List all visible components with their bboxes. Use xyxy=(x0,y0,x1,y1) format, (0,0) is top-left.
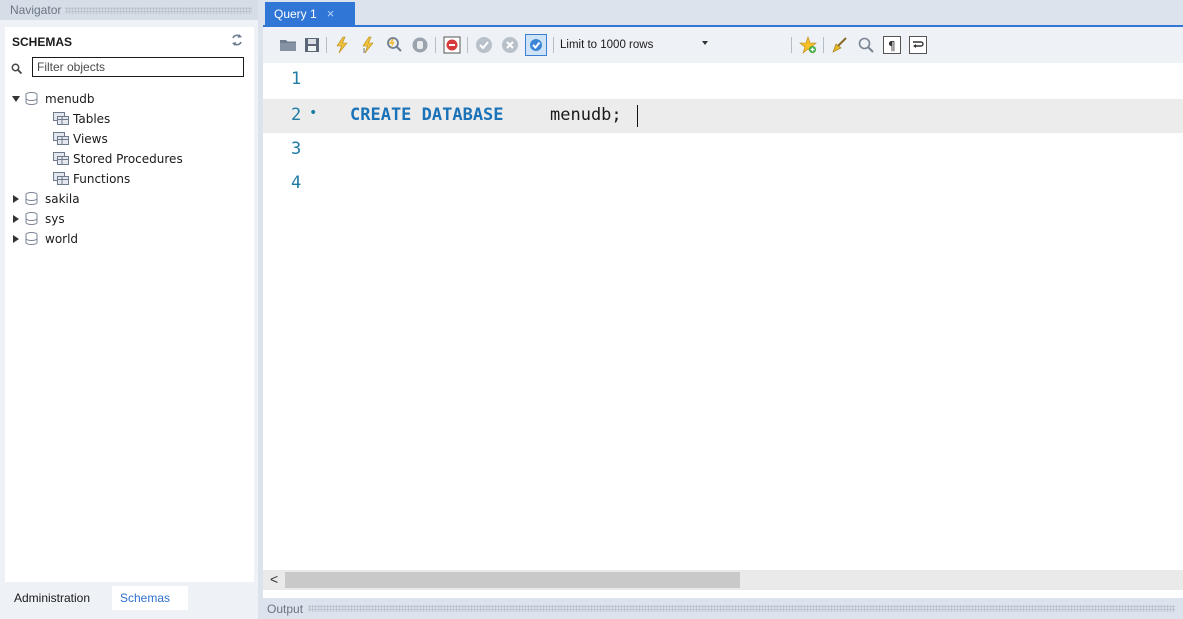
code-line[interactable]: 1 xyxy=(263,63,1183,97)
sql-identifier: menudb; xyxy=(550,105,622,125)
commit-check-icon[interactable] xyxy=(475,36,493,54)
tab-query-1[interactable]: Query 1 × xyxy=(265,2,355,25)
tree-item-sys[interactable]: sys xyxy=(11,209,65,228)
database-icon xyxy=(25,92,38,105)
tree-item-tables[interactable]: Tables xyxy=(53,109,110,128)
horizontal-scrollbar[interactable]: < xyxy=(263,570,1183,590)
panel-grip[interactable] xyxy=(65,6,252,14)
tree-item-label: world xyxy=(45,231,79,246)
search-icon xyxy=(11,63,22,74)
code-line-active[interactable]: 2 • CREATE DATABASE menudb; xyxy=(263,99,1183,133)
line-number: 2 xyxy=(291,105,302,125)
collapsed-arrow-icon[interactable] xyxy=(11,234,21,244)
execute-lightning-icon[interactable] xyxy=(333,36,351,54)
navigator-header: Navigator xyxy=(0,0,258,20)
database-icon xyxy=(25,192,38,205)
toggle-stop-on-error-icon[interactable] xyxy=(443,36,461,54)
toolbar-separator xyxy=(791,37,792,53)
line-number: 3 xyxy=(291,139,302,159)
navigator-title: Navigator xyxy=(10,3,62,17)
table-folder-icon xyxy=(53,112,69,125)
collapsed-arrow-icon[interactable] xyxy=(11,214,21,224)
sql-editor-area: Query 1 × I Limit to 1000 rows ¶ 1 2 • C… xyxy=(263,0,1183,619)
navigator-bottom-tabs: Administration Schemas xyxy=(0,582,258,619)
toolbar-separator xyxy=(467,37,468,53)
tree-item-label: sakila xyxy=(45,191,80,206)
refresh-icon[interactable] xyxy=(230,33,244,47)
scrollbar-thumb[interactable] xyxy=(285,572,740,588)
tree-item-label: Tables xyxy=(73,111,111,126)
scroll-left-icon[interactable]: < xyxy=(270,571,278,587)
invisible-characters-icon[interactable]: ¶ xyxy=(883,36,901,54)
procedure-folder-icon xyxy=(53,152,69,165)
function-folder-icon xyxy=(53,172,69,185)
tree-item-label: Functions xyxy=(73,171,131,186)
toolbar-separator xyxy=(823,37,824,53)
beautify-broom-icon[interactable] xyxy=(831,36,849,54)
collapsed-arrow-icon[interactable] xyxy=(11,194,21,204)
filter-objects-input[interactable] xyxy=(32,57,244,77)
output-title: Output xyxy=(267,601,304,616)
toolbar-separator xyxy=(553,37,554,53)
toolbar-separator xyxy=(326,37,327,53)
svg-text:I: I xyxy=(363,47,365,54)
expanded-arrow-icon[interactable] xyxy=(11,94,21,104)
toolbar-separator xyxy=(435,37,436,53)
sql-keyword: CREATE DATABASE xyxy=(350,105,504,125)
tree-item-menudb[interactable]: menudb xyxy=(11,89,95,108)
code-line[interactable]: 3 xyxy=(263,133,1183,167)
code-editor[interactable]: 1 2 • CREATE DATABASE menudb; 3 4 xyxy=(263,63,1183,570)
text-cursor xyxy=(637,105,638,127)
line-number: 4 xyxy=(291,173,302,193)
tree-item-label: sys xyxy=(45,211,65,226)
editor-toolbar: I Limit to 1000 rows ¶ xyxy=(263,27,1183,63)
line-number: 1 xyxy=(291,69,302,89)
tree-item-stored-procedures[interactable]: Stored Procedures xyxy=(53,149,183,168)
code-line[interactable]: 4 xyxy=(263,167,1183,201)
database-icon xyxy=(25,212,38,225)
svg-text:¶: ¶ xyxy=(888,39,896,53)
tree-item-label: Stored Procedures xyxy=(73,151,183,166)
tab-administration[interactable]: Administration xyxy=(6,586,98,610)
tab-label: Query 1 xyxy=(274,6,317,21)
word-wrap-icon[interactable] xyxy=(909,36,927,54)
output-panel-header: Output xyxy=(263,598,1183,619)
stop-hand-icon[interactable] xyxy=(411,36,429,54)
tree-item-views[interactable]: Views xyxy=(53,129,108,148)
view-folder-icon xyxy=(53,132,69,145)
editor-tab-bar: Query 1 × xyxy=(263,0,1183,27)
chevron-down-icon xyxy=(702,41,708,45)
close-icon[interactable]: × xyxy=(327,6,335,21)
rollback-cancel-icon[interactable] xyxy=(501,36,519,54)
navigator-panel: Navigator SCHEMAS menudb xyxy=(0,0,258,619)
schema-browser: SCHEMAS menudb xyxy=(5,27,254,582)
execute-current-icon[interactable]: I xyxy=(359,36,377,54)
statement-marker: • xyxy=(309,105,318,121)
database-icon xyxy=(25,232,38,245)
save-icon[interactable] xyxy=(303,36,321,54)
add-snippet-star-icon[interactable] xyxy=(799,36,817,54)
find-magnifier-icon[interactable] xyxy=(857,36,875,54)
open-file-icon[interactable] xyxy=(279,36,297,54)
limit-rows-select[interactable]: Limit to 1000 rows xyxy=(560,35,720,55)
tree-item-label: Views xyxy=(73,131,108,146)
tree-item-label: menudb xyxy=(45,91,95,106)
tree-item-functions[interactable]: Functions xyxy=(53,169,130,188)
limit-rows-value: Limit to 1000 rows xyxy=(560,39,654,51)
tab-schemas[interactable]: Schemas xyxy=(112,586,188,610)
schemas-heading: SCHEMAS xyxy=(12,35,73,49)
tree-item-world[interactable]: world xyxy=(11,229,78,248)
tree-item-sakila[interactable]: sakila xyxy=(11,189,80,208)
panel-grip[interactable] xyxy=(308,605,1175,612)
autocommit-toggle-icon[interactable] xyxy=(525,34,547,56)
explain-magnifier-icon[interactable] xyxy=(385,36,403,54)
